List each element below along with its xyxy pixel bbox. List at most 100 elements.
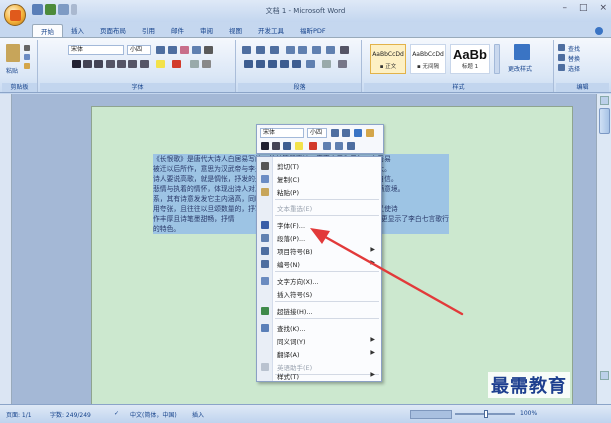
mini-bullets-icon[interactable] [347, 142, 355, 150]
word-count[interactable]: 字数: 249/249 [50, 410, 91, 419]
tab-mailings[interactable]: 邮件 [163, 24, 192, 38]
font-name-dropdown[interactable]: 宋体 [68, 45, 124, 55]
clear-format-icon[interactable] [180, 46, 189, 54]
close-button[interactable]: × [599, 3, 607, 13]
numbering-icon [261, 260, 269, 268]
insert-mode[interactable]: 插入 [192, 410, 204, 419]
mini-styles-icon[interactable] [354, 129, 362, 137]
proofing-icon[interactable]: ✓ [114, 410, 119, 417]
mini-highlight-icon[interactable] [295, 142, 303, 150]
tab-references[interactable]: 引用 [134, 24, 163, 38]
view-buttons[interactable] [410, 410, 452, 419]
paragraph-group: 段落 [238, 40, 362, 92]
font-color-icon[interactable] [172, 60, 181, 68]
mini-font-name[interactable]: 宋体 [260, 128, 304, 138]
copy-icon[interactable] [24, 54, 30, 60]
align-center-icon[interactable] [256, 60, 265, 68]
style-normal[interactable]: AaBbCcDd ▪ 正文 [370, 44, 406, 74]
show-marks-icon[interactable] [340, 46, 349, 54]
menu-item-cut[interactable]: 剪切(T) [257, 159, 381, 172]
multilevel-list-icon[interactable] [270, 46, 279, 54]
superscript-icon[interactable] [128, 60, 137, 68]
distributed-icon[interactable] [292, 60, 301, 68]
mini-bold-icon[interactable] [261, 142, 269, 150]
strikethrough-icon[interactable] [106, 60, 115, 68]
underline-icon[interactable] [94, 60, 103, 68]
enclose-char-icon[interactable] [202, 60, 211, 68]
mini-toolbar: 宋体 小四 [256, 124, 384, 154]
zoom-level[interactable]: 100% [520, 410, 537, 417]
scroll-up-icon[interactable] [600, 96, 609, 105]
sort-icon[interactable] [326, 46, 335, 54]
mini-decrease-indent-icon[interactable] [323, 142, 331, 150]
change-styles-label[interactable]: 更改样式 [508, 64, 532, 73]
help-icon[interactable] [595, 27, 603, 35]
styles-scroll-icon[interactable] [494, 44, 500, 74]
char-shading-icon[interactable] [190, 60, 199, 68]
tab-developer[interactable]: 开发工具 [250, 24, 292, 38]
shrink-font-icon[interactable] [168, 46, 177, 54]
justify-icon[interactable] [280, 60, 289, 68]
tab-foxit-pdf[interactable]: 福昕PDF [292, 24, 334, 38]
find-button[interactable]: 查找 [568, 44, 580, 53]
mini-grow-font-icon[interactable] [331, 129, 339, 137]
mini-font-color-icon[interactable] [309, 142, 317, 150]
numbering-icon[interactable] [256, 46, 265, 54]
menu-item-lookup[interactable]: 查找(K)... [257, 321, 381, 334]
align-right-icon[interactable] [268, 60, 277, 68]
format-painter-icon[interactable] [24, 63, 30, 69]
italic-icon[interactable] [83, 60, 92, 68]
font-icon [261, 221, 269, 229]
scroll-thumb[interactable] [599, 108, 610, 134]
language[interactable]: 中文(简体，中国) [130, 410, 177, 419]
mini-increase-indent-icon[interactable] [335, 142, 343, 150]
subscript-icon[interactable] [117, 60, 126, 68]
maximize-button[interactable]: □ [579, 3, 588, 13]
select-button[interactable]: 选择 [568, 64, 580, 73]
title-bar: 文档 1 - Microsoft Word – □ × [0, 0, 611, 26]
menu-item-synonyms[interactable]: 同义词(Y) ▶ [257, 334, 381, 347]
scroll-down-icon[interactable] [600, 371, 609, 380]
phonetic-guide-icon[interactable] [192, 46, 201, 54]
highlight-icon[interactable] [156, 60, 165, 68]
shading-icon[interactable] [322, 60, 331, 68]
chinese-layout-icon[interactable] [312, 46, 321, 54]
replace-button[interactable]: 替换 [568, 54, 580, 63]
align-left-icon[interactable] [244, 60, 253, 68]
tab-view[interactable]: 视图 [221, 24, 250, 38]
cut-icon[interactable] [24, 45, 30, 51]
bullets-icon[interactable] [242, 46, 251, 54]
tab-home[interactable]: 开始 [32, 24, 63, 38]
tab-review[interactable]: 审阅 [192, 24, 221, 38]
char-border-icon[interactable] [204, 46, 213, 54]
menu-separator [275, 215, 379, 216]
borders-icon[interactable] [338, 60, 347, 68]
paste-label[interactable]: 粘贴 [6, 66, 18, 75]
menu-item-translate[interactable]: 翻译(A) ▶ [257, 347, 381, 360]
mini-shrink-font-icon[interactable] [342, 129, 350, 137]
mini-italic-icon[interactable] [272, 142, 280, 150]
tab-insert[interactable]: 插入 [63, 24, 92, 38]
bold-icon[interactable] [72, 60, 81, 68]
page-count[interactable]: 页面: 1/1 [6, 410, 32, 419]
style-heading-1[interactable]: AaBb 标题 1 [450, 44, 490, 74]
menu-item-paste[interactable]: 粘贴(P) [257, 185, 381, 198]
tab-page-layout[interactable]: 页面布局 [92, 24, 134, 38]
mini-center-icon[interactable] [283, 142, 291, 150]
menu-item-styles[interactable]: 样式(T) ▶ [257, 369, 381, 382]
paste-icon[interactable] [6, 44, 20, 62]
zoom-slider-thumb[interactable] [484, 410, 488, 418]
decrease-indent-icon[interactable] [286, 46, 295, 54]
grow-font-icon[interactable] [156, 46, 165, 54]
style-no-spacing[interactable]: AaBbCcDd ▪ 无间隔 [410, 44, 446, 74]
increase-indent-icon[interactable] [298, 46, 307, 54]
vertical-scrollbar[interactable] [596, 94, 611, 404]
mini-format-painter-icon[interactable] [366, 129, 374, 137]
change-case-icon[interactable] [140, 60, 149, 68]
minimize-button[interactable]: – [562, 3, 567, 13]
menu-item-copy[interactable]: 复制(C) [257, 172, 381, 185]
change-styles-icon[interactable] [514, 44, 530, 60]
line-spacing-icon[interactable] [306, 60, 315, 68]
font-size-dropdown[interactable]: 小四 [127, 45, 151, 55]
mini-font-size[interactable]: 小四 [307, 128, 327, 138]
